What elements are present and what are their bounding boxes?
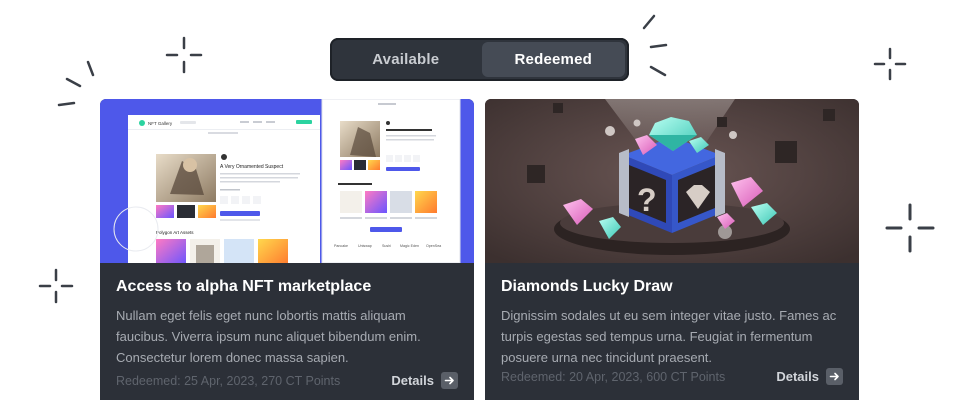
tab-redeemed[interactable]: Redeemed — [481, 42, 625, 77]
mock-heading-text: A Very Ornamented Suspect — [220, 164, 284, 170]
card-description: Nullam eget felis eget nunc lobortis mat… — [116, 308, 421, 365]
card-description: Dignissim sodales ut eu sem integer vita… — [501, 308, 837, 365]
mock-partner-sushi: Sushi — [382, 244, 391, 248]
mock-partner-opensea: OpenSea — [426, 244, 441, 248]
details-label: Details — [391, 373, 434, 388]
arrow-right-icon — [441, 372, 458, 389]
status-toggle: Available Redeemed — [330, 38, 629, 81]
sparkle-icon — [165, 36, 203, 74]
card-title: Diamonds Lucky Draw — [501, 278, 673, 295]
mock-partner-magiceden: Magic Eden — [400, 244, 419, 248]
arrow-right-icon — [826, 368, 843, 385]
details-button[interactable]: Details — [391, 372, 458, 389]
question-mark-icon: ? — [637, 182, 657, 218]
redeemed-meta: Redeemed: 20 Apr, 2023, 600 CT Points — [501, 369, 726, 384]
card-image-nft-marketplace: NFT Gallery A Very Ornamented Suspect Po… — [100, 99, 474, 263]
sparkle-icon — [38, 268, 74, 304]
card-title: Access to alpha NFT marketplace — [116, 278, 372, 295]
redeemed-meta: Redeemed: 25 Apr, 2023, 270 CT Points — [116, 373, 341, 388]
mock-partner-uniswap: Uniswap — [358, 244, 372, 248]
burst-icon — [642, 14, 668, 77]
sparkle-icon — [885, 203, 935, 253]
reward-card[interactable]: ? Diamonds Lucky Draw Dignissim sodales … — [485, 99, 859, 400]
burst-icon — [57, 60, 95, 107]
rewards-page: Available Redeemed NFT Gallery A Very Or… — [0, 0, 960, 400]
tab-available[interactable]: Available — [334, 42, 478, 77]
card-image-lucky-draw: ? — [485, 99, 859, 263]
mock-section-text: Polygon Art Assets — [156, 230, 194, 235]
details-label: Details — [776, 369, 819, 384]
reward-card[interactable]: NFT Gallery A Very Ornamented Suspect Po… — [100, 99, 474, 400]
mock-partner-pancake: Pancake — [334, 244, 348, 248]
details-button[interactable]: Details — [776, 368, 843, 385]
sparkle-icon — [873, 47, 907, 81]
mock-brand-text: NFT Gallery — [148, 121, 173, 126]
